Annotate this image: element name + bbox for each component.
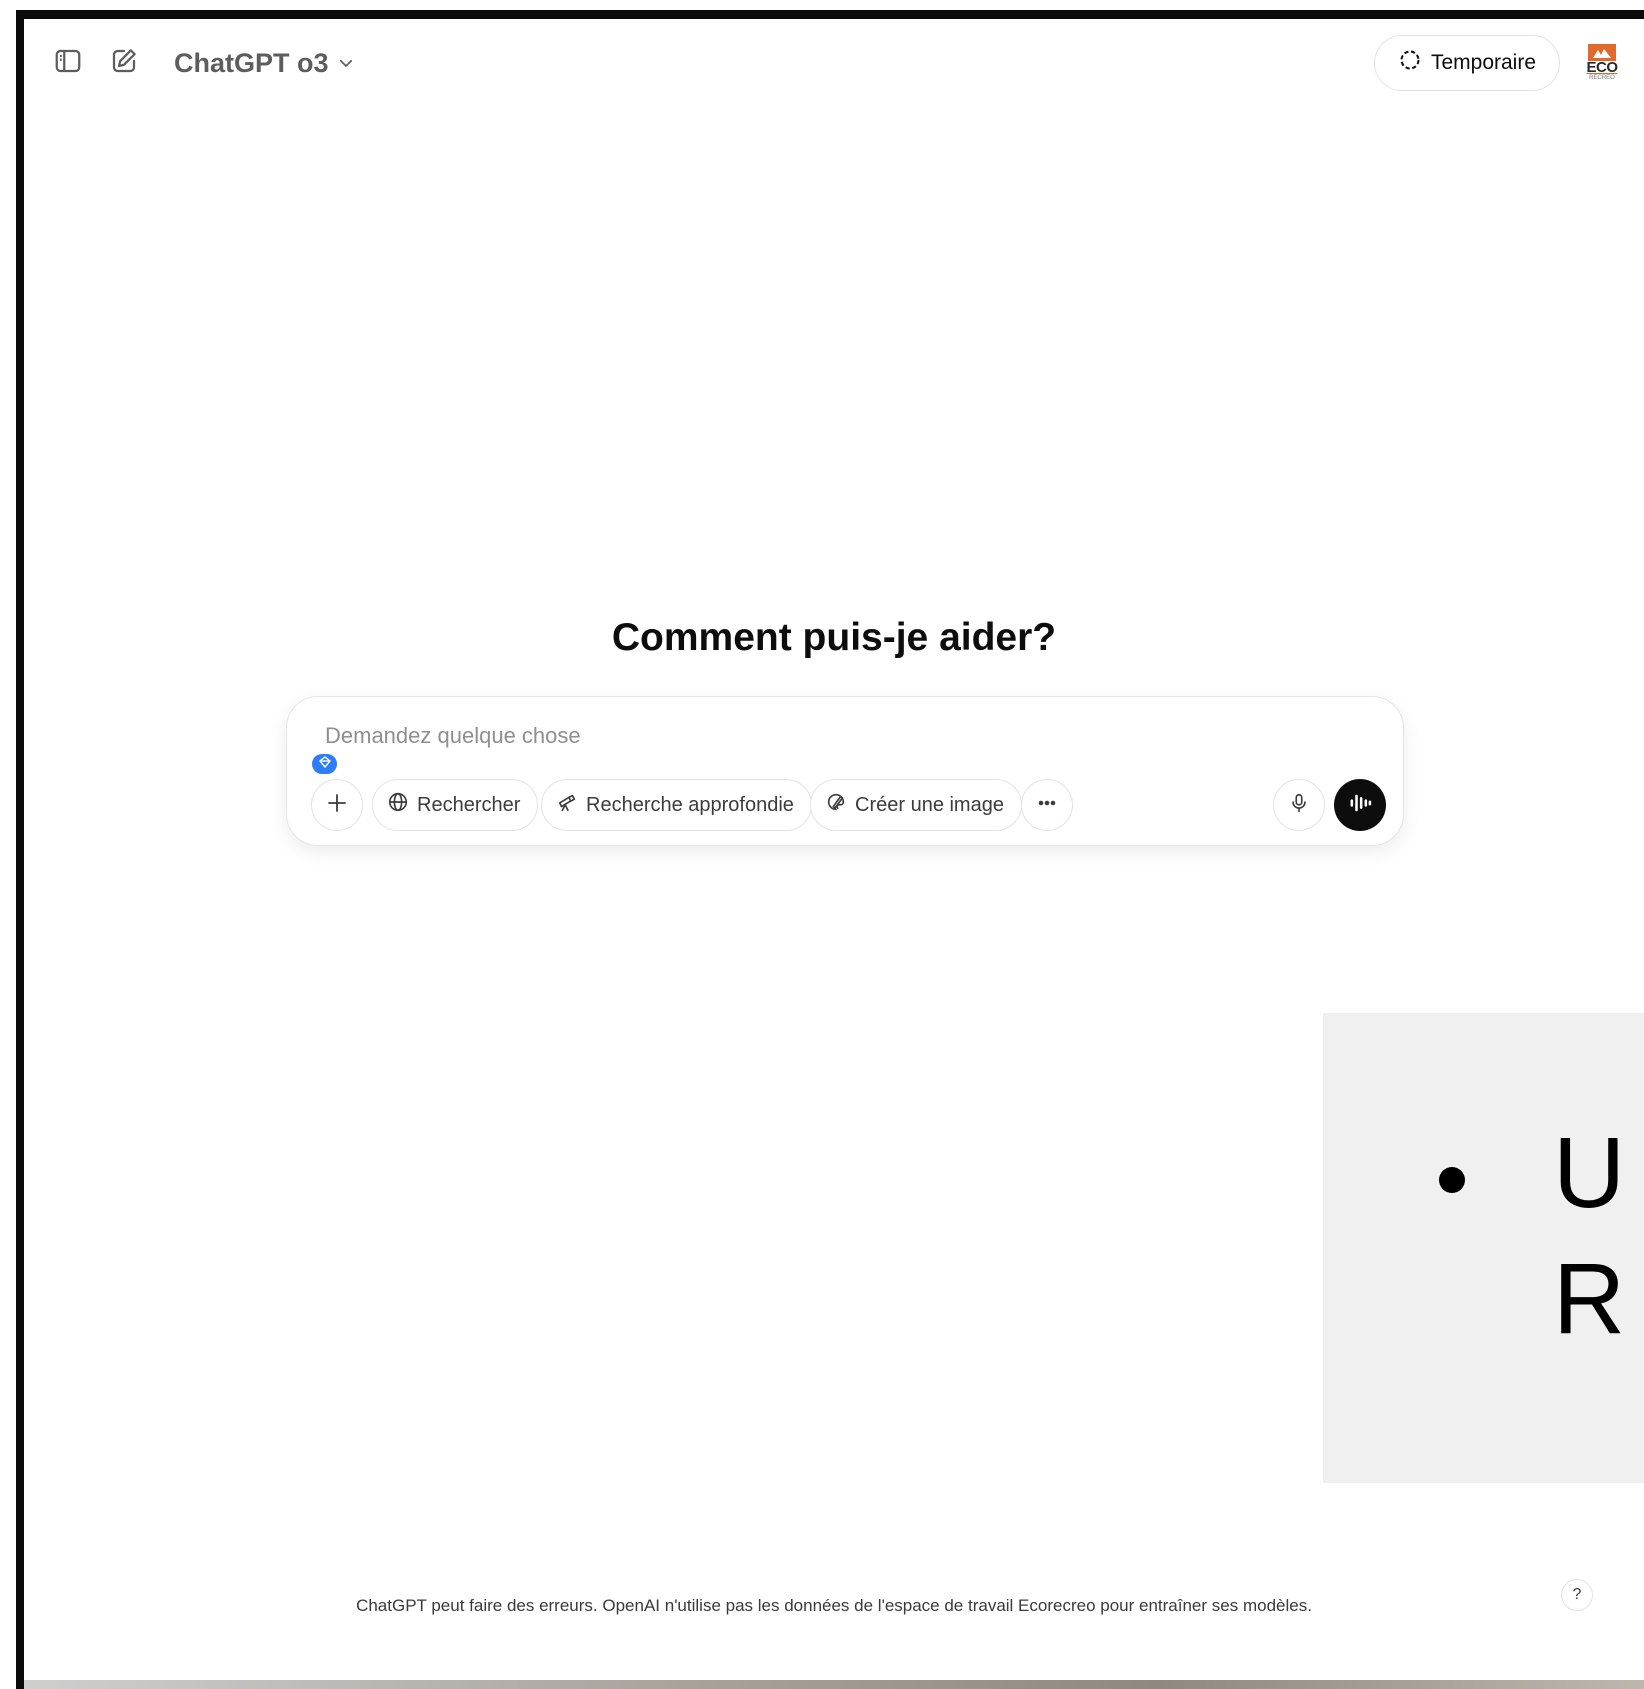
overlay-preview-panel: U R — [1323, 1013, 1644, 1483]
plus-icon — [325, 791, 349, 820]
more-tools-button[interactable] — [1021, 779, 1073, 831]
extension-badge[interactable] — [312, 754, 337, 774]
microphone-icon — [1288, 792, 1310, 819]
chevron-down-icon — [337, 48, 355, 79]
deep-research-button-label: Recherche approfondie — [586, 793, 794, 816]
sidebar-toggle-button[interactable] — [46, 41, 90, 85]
create-image-button[interactable]: Créer une image — [810, 779, 1022, 831]
temporary-chat-label: Temporaire — [1430, 51, 1537, 74]
image-create-icon — [825, 791, 847, 819]
avatar-logo-text: ECO — [1586, 59, 1618, 76]
dictate-button[interactable] — [1273, 779, 1325, 831]
sidebar-toggle-icon — [53, 46, 83, 81]
window-frame-top — [16, 10, 1644, 19]
page-title: Comment puis-je aider? — [611, 616, 1057, 659]
temporary-chat-icon — [1398, 48, 1422, 78]
avatar-logo-subtext: RÉCRÉO — [1589, 75, 1615, 81]
deep-research-button[interactable]: Recherche approfondie — [541, 779, 812, 831]
disclaimer-text: ChatGPT peut faire des erreurs. OpenAI n… — [356, 1596, 1312, 1615]
temporary-chat-button[interactable]: Temporaire — [1374, 35, 1560, 91]
overlay-text-line-1: U — [1553, 1117, 1626, 1229]
window-frame-bottom — [24, 1680, 1644, 1689]
voice-mode-button[interactable] — [1334, 779, 1386, 831]
telescope-icon — [556, 791, 578, 819]
model-selector[interactable]: ChatGPT o3 — [174, 43, 355, 83]
globe-icon — [387, 791, 409, 819]
chatgpt-app: ChatGPT o3 Temporaire ECO RÉCRÉO Comment… — [24, 19, 1644, 1680]
new-chat-icon — [109, 46, 139, 81]
add-attachment-button[interactable] — [311, 779, 363, 831]
prompt-input[interactable] — [325, 723, 1225, 749]
create-image-button-label: Créer une image — [855, 793, 1004, 816]
window-frame-left — [16, 10, 24, 1689]
composer: Rechercher Recherche approfondie Cré — [286, 696, 1404, 846]
more-icon — [1035, 791, 1059, 820]
voice-mode-icon — [1346, 789, 1374, 822]
extension-icon — [318, 755, 332, 773]
avatar[interactable]: ECO RÉCRÉO — [1586, 44, 1618, 82]
bullet-dot — [1439, 1167, 1465, 1193]
model-name: ChatGPT o3 — [174, 47, 329, 78]
overlay-text-line-2: R — [1553, 1243, 1626, 1355]
new-chat-button[interactable] — [102, 41, 146, 85]
search-button-label: Rechercher — [417, 793, 521, 816]
search-button[interactable]: Rechercher — [372, 779, 539, 831]
help-button[interactable]: ? — [1561, 1579, 1593, 1611]
